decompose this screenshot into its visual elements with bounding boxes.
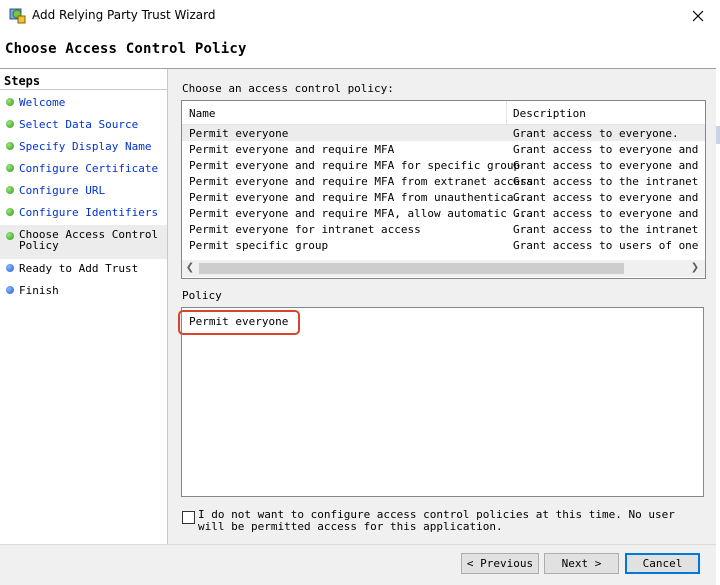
step-complete-icon (6, 164, 14, 172)
step-welcome[interactable]: Welcome (0, 95, 167, 115)
policy-description: Grant access to the intranet use (513, 175, 705, 188)
skip-policy-checkbox[interactable] (182, 511, 195, 524)
step-label: Configure Identifiers (19, 206, 159, 219)
column-divider[interactable] (506, 101, 507, 124)
button-bar: < Previous Next > Cancel (0, 544, 716, 585)
policy-name: Permit everyone (189, 127, 289, 140)
step-complete-icon (6, 120, 14, 128)
step-label: Configure URL (19, 184, 106, 197)
scroll-right-icon[interactable]: ❯ (689, 262, 701, 275)
wizard-window: Add Relying Party Trust Wizard Choose Ac… (0, 0, 717, 585)
step-pending-icon (6, 286, 14, 294)
policy-description: Grant access to everyone and req (513, 159, 705, 172)
list-item[interactable]: Permit everyone and require MFA, allow a… (182, 205, 705, 221)
step-configure-identifiers[interactable]: Configure Identifiers (0, 205, 167, 225)
skip-policy-checkbox-label[interactable]: I do not want to configure access contro… (198, 509, 698, 533)
list-item[interactable]: Permit everyone for intranet access Gran… (182, 221, 705, 237)
background-highlight (716, 126, 720, 144)
step-label: Finish (19, 284, 59, 297)
cancel-button[interactable]: Cancel (625, 553, 700, 574)
policy-description: Grant access to everyone and req (513, 207, 705, 220)
step-complete-icon (6, 142, 14, 150)
policy-name: Permit everyone for intranet access (189, 223, 421, 236)
step-pending-icon (6, 264, 14, 272)
policy-description: Grant access to users of one or (513, 239, 705, 252)
policy-name: Permit everyone and require MFA, allow a… (189, 207, 534, 220)
page-header: Choose Access Control Policy (0, 31, 716, 69)
step-finish: Finish (0, 283, 167, 303)
policy-description: Grant access to the intranet use (513, 223, 705, 236)
policy-label: Policy (182, 289, 222, 302)
scroll-left-icon[interactable]: ❮ (184, 262, 196, 275)
page-title: Choose Access Control Policy (5, 41, 247, 57)
column-header-description[interactable]: Description (513, 107, 586, 120)
close-button[interactable] (680, 0, 716, 31)
background-window-edge (716, 0, 720, 584)
policy-list[interactable]: Name Description Permit everyone Grant a… (181, 100, 706, 279)
step-choose-access-control-policy: Choose Access Control Policy (0, 225, 167, 259)
list-item[interactable]: Permit specific group Grant access to us… (182, 237, 705, 253)
step-label: Specify Display Name (19, 140, 152, 153)
step-configure-certificate[interactable]: Configure Certificate (0, 161, 167, 181)
list-item[interactable]: Permit everyone and require MFA from una… (182, 189, 705, 205)
step-label: Choose Access Control Policy (19, 228, 159, 252)
policy-name: Permit specific group (189, 239, 329, 252)
title-bar: Add Relying Party Trust Wizard (0, 0, 716, 31)
steps-divider (0, 89, 167, 90)
app-icon (9, 8, 26, 24)
policy-detail-box: Permit everyone (181, 307, 704, 497)
policy-description: Grant access to everyone and req (513, 143, 705, 156)
column-header-name[interactable]: Name (189, 107, 216, 120)
policy-description: Grant access to everyone and req (513, 191, 705, 204)
next-button[interactable]: Next > (544, 553, 619, 574)
step-label: Ready to Add Trust (19, 262, 139, 275)
step-configure-url[interactable]: Configure URL (0, 183, 167, 203)
list-item[interactable]: Permit everyone and require MFA from ext… (182, 173, 705, 189)
steps-title: Steps (4, 74, 41, 88)
list-header: Name Description (182, 101, 705, 125)
policy-description: Grant access to everyone. (513, 127, 679, 140)
step-label: Configure Certificate (19, 162, 159, 175)
policy-name: Permit everyone and require MFA from ext… (189, 175, 534, 188)
previous-button[interactable]: < Previous (461, 553, 539, 574)
step-specify-display-name[interactable]: Specify Display Name (0, 139, 167, 159)
scrollbar-thumb[interactable] (199, 263, 624, 274)
main-content: Choose an access control policy: Name De… (168, 69, 716, 544)
step-complete-icon (6, 208, 14, 216)
window-title: Add Relying Party Trust Wizard (32, 8, 216, 22)
list-item[interactable]: Permit everyone and require MFA for spec… (182, 157, 705, 173)
step-current-icon (6, 232, 14, 240)
step-label: Select Data Source (19, 118, 139, 131)
policy-name: Permit everyone and require MFA (189, 143, 395, 156)
list-item[interactable]: Permit everyone and require MFA Grant ac… (182, 141, 705, 157)
policy-list-label: Choose an access control policy: (182, 82, 394, 95)
step-complete-icon (6, 186, 14, 194)
steps-panel: Steps Welcome Select Data Source Specify… (0, 69, 168, 544)
step-select-data-source[interactable]: Select Data Source (0, 117, 167, 137)
horizontal-scrollbar[interactable]: ❮ ❯ (182, 260, 705, 277)
highlight-annotation (178, 310, 300, 335)
close-icon (692, 10, 704, 21)
step-label: Welcome (19, 96, 66, 109)
step-ready-to-add-trust: Ready to Add Trust (0, 261, 167, 281)
policy-name: Permit everyone and require MFA from una… (189, 191, 534, 204)
policy-name: Permit everyone and require MFA for spec… (189, 159, 521, 172)
step-complete-icon (6, 98, 14, 106)
list-item[interactable]: Permit everyone Grant access to everyone… (182, 125, 705, 141)
